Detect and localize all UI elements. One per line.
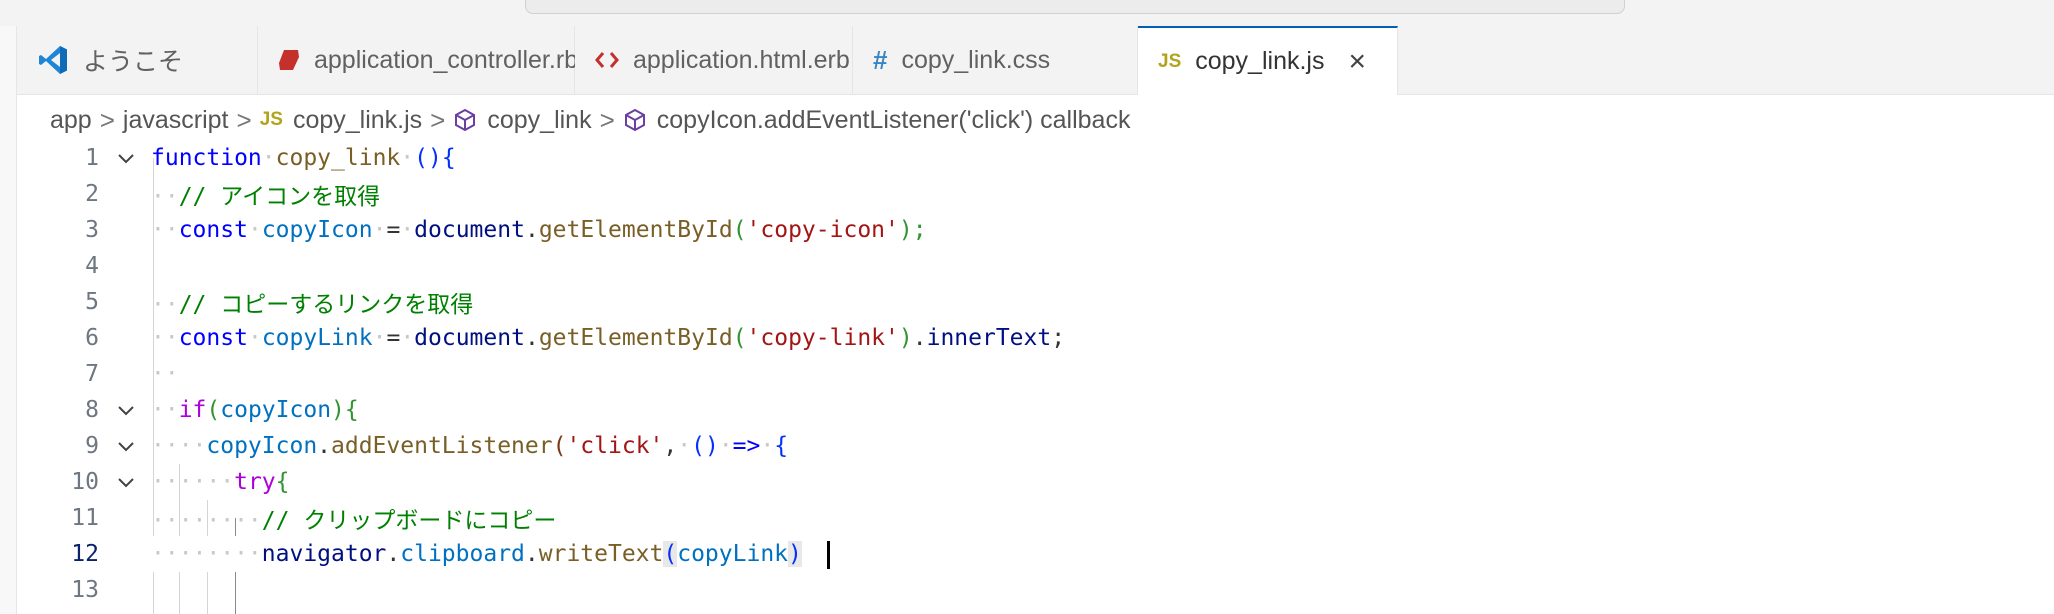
line-number: 11 (71, 505, 99, 531)
code-text: ······try{ (151, 469, 290, 495)
js-icon: JS (259, 109, 283, 130)
command-center[interactable] (525, 0, 1625, 14)
code-line: 11 ········// クリップボードにコピー (17, 500, 2054, 536)
line-number: 10 (71, 469, 99, 495)
code-line: 7 ·· (17, 356, 2054, 392)
line-number: 1 (85, 145, 99, 171)
tab-application-controller[interactable]: application_controller.rb (258, 26, 579, 94)
code-text: ··// アイコンを取得 (151, 184, 381, 210)
line-number: 8 (85, 397, 99, 423)
code-text: ··if(copyIcon){ (151, 397, 359, 423)
code-line: 8 ··if(copyIcon){ (17, 392, 2054, 428)
breadcrumb-symbol-label: copy_link (487, 105, 592, 134)
code-line: 3 ··const·copyIcon·=·document.getElement… (17, 212, 2054, 248)
line-number: 7 (85, 361, 99, 387)
code-line: 4 (17, 248, 2054, 284)
breadcrumb-app[interactable]: app (50, 106, 92, 135)
code-line: 10 ······try{ (17, 464, 2054, 500)
breadcrumb-separator: > (599, 104, 615, 135)
code-line: 5 ··// コピーするリンクを取得 (17, 284, 2054, 320)
code-text: ·· (151, 361, 179, 387)
line-number: 9 (85, 433, 99, 459)
line-number: 6 (85, 325, 99, 351)
line-number: 2 (85, 181, 99, 207)
breadcrumb-file[interactable]: JS copy_link.js (260, 106, 422, 135)
hash-icon: # (873, 44, 888, 75)
tab-label: copy_link.js (1195, 47, 1325, 75)
symbol-module-icon (453, 108, 477, 132)
code-text: ··const·copyIcon·=·document.getElementBy… (151, 217, 927, 243)
breadcrumb-file-label: copy_link.js (292, 105, 423, 134)
tab-copy-link-js[interactable]: JS copy_link.js × (1138, 26, 1398, 95)
breadcrumb-symbol[interactable]: copy_link (453, 105, 592, 135)
line-number: 12 (71, 541, 99, 567)
code-text: ··// コピーするリンクを取得 (151, 292, 474, 318)
code-brackets-icon (595, 49, 619, 71)
breadcrumb-folder[interactable]: javascript (123, 106, 229, 135)
code-text: ········// クリップボードにコピー (151, 508, 557, 534)
activity-bar-edge (0, 26, 17, 614)
breadcrumb-callback-label: copyIcon.addEventListener('click') callb… (656, 105, 1131, 134)
ruby-icon (278, 49, 300, 71)
tab-label: application.html.erb (633, 45, 850, 74)
breadcrumb-separator: > (430, 104, 446, 135)
code-line: 9 ····copyIcon.addEventListener('click',… (17, 428, 2054, 464)
close-tab-icon[interactable]: × (1348, 46, 1366, 77)
text-cursor (827, 541, 830, 569)
breadcrumb: app > javascript > JS copy_link.js > cop… (50, 100, 1130, 140)
fold-chevron-icon[interactable] (115, 147, 137, 169)
code-line: 1 function·copy_link·(){ (17, 140, 2054, 176)
breadcrumb-separator: > (99, 104, 115, 135)
fold-chevron-icon[interactable] (115, 435, 137, 457)
vscode-logo-icon (37, 44, 69, 76)
editor-tab-bar: ようこそ application_controller.rb applicati… (17, 26, 2054, 95)
tab-application-html-erb[interactable]: application.html.erb (575, 26, 853, 94)
code-text: ··const·copyLink·=·document.getElementBy… (151, 325, 1066, 351)
symbol-module-icon (623, 108, 647, 132)
tab-welcome[interactable]: ようこそ (17, 26, 258, 94)
tab-label: application_controller.rb (314, 45, 579, 74)
code-text: ········navigator.clipboard.writeText(co… (151, 541, 802, 567)
code-text: function·copy_link·(){ (151, 145, 456, 171)
line-number: 4 (85, 253, 99, 279)
tab-label: ようこそ (83, 48, 184, 76)
code-line: 6 ··const·copyLink·=·document.getElement… (17, 320, 2054, 356)
tab-copy-link-css[interactable]: # copy_link.css (853, 26, 1138, 94)
code-line-current: 12 ········navigator.clipboard.writeText… (17, 536, 2054, 572)
title-bar (0, 0, 2054, 27)
js-icon: JS (1158, 50, 1182, 72)
tab-label: copy_link.css (901, 45, 1051, 74)
code-line: 2 ··// アイコンを取得 (17, 176, 2054, 212)
breadcrumb-callback[interactable]: copyIcon.addEventListener('click') callb… (623, 105, 1131, 135)
breadcrumb-separator: > (236, 104, 252, 135)
code-line: 13 (17, 572, 2054, 608)
fold-chevron-icon[interactable] (115, 399, 137, 421)
fold-chevron-icon[interactable] (115, 471, 137, 493)
code-editor[interactable]: 1 function·copy_link·(){ 2 ··// アイコンを取得 … (17, 140, 2054, 614)
line-number: 5 (85, 289, 99, 315)
code-text: ····copyIcon.addEventListener('click',·(… (151, 433, 789, 459)
line-number: 13 (71, 577, 99, 603)
line-number: 3 (85, 217, 99, 243)
